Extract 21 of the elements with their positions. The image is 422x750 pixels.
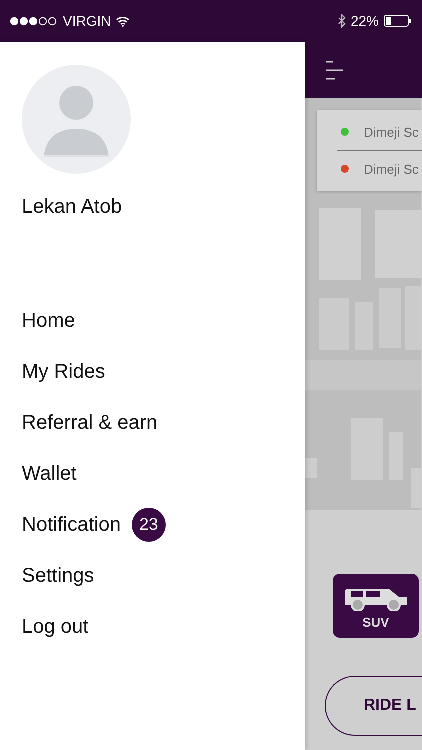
vehicle-button[interactable]: SUV bbox=[333, 574, 419, 638]
carrier-name: VIRGIN bbox=[63, 13, 112, 29]
menu-item[interactable]: Home bbox=[22, 309, 76, 333]
location-text[interactable]: Dimeji Sc bbox=[364, 124, 419, 140]
menu-item[interactable]: Wallet bbox=[22, 462, 77, 486]
signal-icon bbox=[10, 16, 58, 26]
bluetooth-icon bbox=[338, 14, 346, 28]
menu-icon[interactable] bbox=[326, 60, 343, 80]
menu-item[interactable]: My Rides bbox=[22, 360, 106, 384]
menu-item[interactable]: Settings bbox=[22, 564, 94, 588]
location-text[interactable]: Dimeji Sc bbox=[364, 162, 419, 176]
wifi-icon bbox=[116, 16, 130, 26]
notification-badge: 23 bbox=[132, 508, 166, 542]
battery-percentage: 22% bbox=[350, 13, 379, 29]
menu-item[interactable]: Log out bbox=[22, 615, 89, 639]
ride-button[interactable]: RIDE L bbox=[325, 676, 422, 736]
profile-name: Lekan Atob bbox=[22, 196, 122, 219]
menu-item[interactable]: Notification bbox=[22, 513, 121, 537]
menu-item[interactable]: Referral & earn bbox=[22, 411, 158, 435]
avatar-icon bbox=[22, 65, 131, 174]
battery-icon bbox=[384, 15, 412, 27]
